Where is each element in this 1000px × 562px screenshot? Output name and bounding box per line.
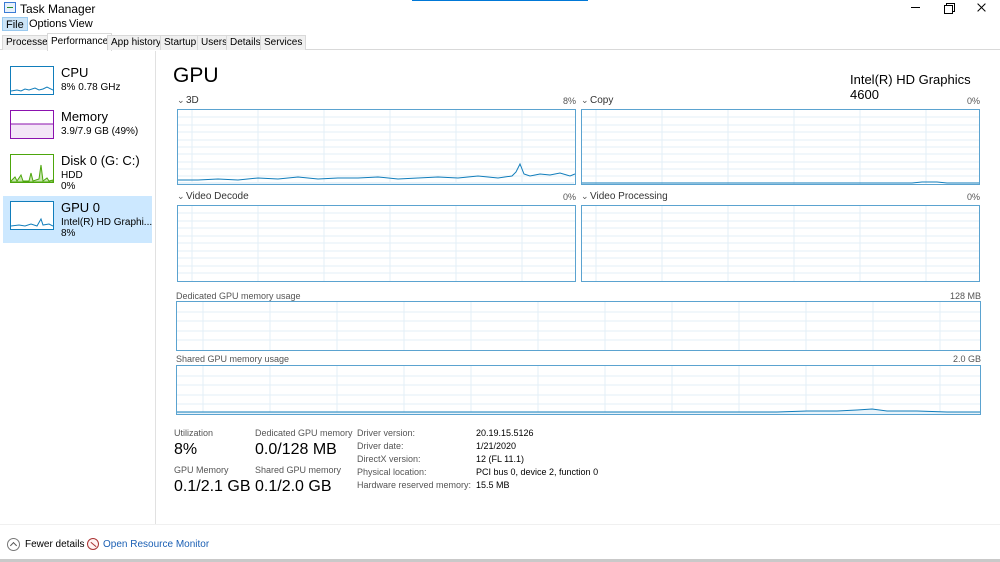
engine-video-processing-percent: 0%: [966, 192, 980, 202]
engine-video-decode-graph: [177, 205, 576, 282]
tab-startup[interactable]: Startup: [160, 35, 201, 50]
close-button[interactable]: [964, 0, 998, 16]
window-title: Task Manager: [20, 2, 96, 16]
driver-version-value: 20.19.15.5126: [476, 428, 534, 438]
shared-memory-graph: [176, 365, 981, 415]
memory-usage: 3.9/7.9 GB (49%): [61, 126, 139, 137]
chevron-up-circle-icon[interactable]: [7, 538, 20, 551]
memory-thumbnail: [10, 110, 54, 139]
tab-services[interactable]: Services: [260, 35, 307, 50]
utilization-label: Utilization: [174, 428, 214, 438]
sidebar-item-memory[interactable]: Memory 3.9/7.9 GB (49%): [3, 105, 152, 152]
disk-label: Disk 0 (G: C:): [61, 153, 140, 168]
engine-3d-label: 3D: [186, 95, 199, 106]
engine-video-processing-label: Video Processing: [590, 191, 668, 202]
dedicated-memory-graph: [176, 301, 981, 351]
dedicated-gpu-memory-label: Dedicated GPU memory: [255, 428, 353, 438]
dedicated-memory-max: 128 MB: [949, 291, 981, 301]
tab-performance[interactable]: Performance: [47, 33, 113, 51]
memory-label: Memory: [61, 109, 108, 124]
gpu-memory-label: GPU Memory: [174, 465, 229, 475]
engine-video-decode-chart: [178, 206, 575, 281]
disk-thumbnail: [10, 154, 54, 183]
gpu-usage: 8%: [61, 228, 76, 239]
footer-divider: [0, 524, 1000, 525]
disk-type: HDD: [61, 170, 83, 181]
open-resource-monitor-link[interactable]: Open Resource Monitor: [103, 539, 209, 550]
directx-version-value: 12 (FL 11.1): [476, 454, 525, 464]
restore-button[interactable]: [931, 0, 965, 16]
engine-copy-percent: 0%: [966, 96, 980, 106]
engine-copy-graph: [581, 109, 980, 185]
resource-list: CPU 8% 0.78 GHz Memory 3.9/7.9 GB (49%) …: [0, 51, 156, 524]
fewer-details-link[interactable]: Fewer details: [25, 539, 84, 550]
directx-version-label: DirectX version:: [357, 454, 421, 464]
dedicated-memory-chart: [177, 302, 980, 350]
shared-memory-chart: [177, 366, 980, 414]
hardware-reserved-memory-label: Hardware reserved memory:: [357, 480, 472, 490]
shared-gpu-memory-value: 0.1/2.0 GB: [255, 478, 332, 495]
gpu-label: GPU 0: [61, 200, 101, 215]
sidebar-item-cpu[interactable]: CPU 8% 0.78 GHz: [3, 61, 152, 108]
cpu-usage: 8% 0.78 GHz: [61, 82, 121, 93]
hardware-reserved-memory-value: 15.5 MB: [476, 480, 510, 490]
dedicated-memory-label: Dedicated GPU memory usage: [176, 291, 301, 301]
disk-usage: 0%: [61, 181, 76, 192]
page-title: GPU: [173, 64, 219, 87]
tab-bar: Processes Performance App history Startu…: [0, 33, 1000, 51]
tab-details[interactable]: Details: [226, 35, 265, 50]
shared-memory-max: 2.0 GB: [952, 354, 981, 364]
title-accent-bar: [412, 0, 588, 1]
task-manager-icon: [4, 2, 16, 13]
tab-app-history[interactable]: App history: [107, 35, 166, 50]
driver-date-label: Driver date:: [357, 441, 404, 451]
menu-view[interactable]: View: [66, 17, 96, 31]
engine-3d-percent: 8%: [562, 96, 576, 106]
chevron-down-icon: ⌄: [177, 191, 185, 201]
menu-file[interactable]: File: [2, 17, 28, 31]
engine-copy-selector[interactable]: ⌄Copy: [581, 95, 613, 106]
engine-video-processing-selector[interactable]: ⌄Video Processing: [581, 191, 668, 202]
engine-video-decode-label: Video Decode: [186, 191, 249, 202]
chevron-down-icon: ⌄: [177, 95, 185, 105]
engine-copy-label: Copy: [590, 95, 614, 106]
engine-video-processing-graph: [581, 205, 980, 282]
cpu-label: CPU: [61, 65, 89, 80]
physical-location-label: Physical location:: [357, 467, 427, 477]
sidebar-item-gpu[interactable]: GPU 0 Intel(R) HD Graphi... 8%: [3, 196, 152, 243]
gpu-model-short: Intel(R) HD Graphi...: [61, 217, 153, 228]
engine-3d-chart: [178, 110, 575, 184]
sidebar-item-disk[interactable]: Disk 0 (G: C:) HDD 0%: [3, 149, 152, 196]
resource-monitor-icon[interactable]: [87, 538, 99, 550]
gpu-memory-value: 0.1/2.1 GB: [174, 478, 251, 495]
engine-video-decode-percent: 0%: [562, 192, 576, 202]
chevron-down-icon: ⌄: [581, 191, 589, 201]
shared-gpu-memory-label: Shared GPU memory: [255, 465, 342, 475]
engine-video-processing-chart: [582, 206, 979, 281]
physical-location-value: PCI bus 0, device 2, function 0: [476, 467, 599, 477]
chevron-down-icon: ⌄: [581, 95, 589, 105]
shared-memory-label: Shared GPU memory usage: [176, 354, 290, 364]
engine-video-decode-selector[interactable]: ⌄Video Decode: [177, 191, 249, 202]
driver-date-value: 1/21/2020: [476, 441, 517, 451]
title-bar: Task Manager: [0, 0, 1000, 16]
menu-bar: File Options View: [0, 16, 1000, 32]
engine-3d-graph: [177, 109, 576, 185]
minimize-button[interactable]: [898, 0, 932, 16]
driver-version-label: Driver version:: [357, 428, 416, 438]
menu-options[interactable]: Options: [26, 17, 70, 31]
cpu-thumbnail: [10, 66, 54, 95]
engine-3d-selector[interactable]: ⌄3D: [177, 95, 199, 106]
utilization-value: 8%: [174, 441, 198, 458]
dedicated-gpu-memory-value: 0.0/128 MB: [255, 441, 337, 458]
engine-copy-chart: [582, 110, 979, 184]
gpu-thumbnail: [10, 201, 54, 230]
